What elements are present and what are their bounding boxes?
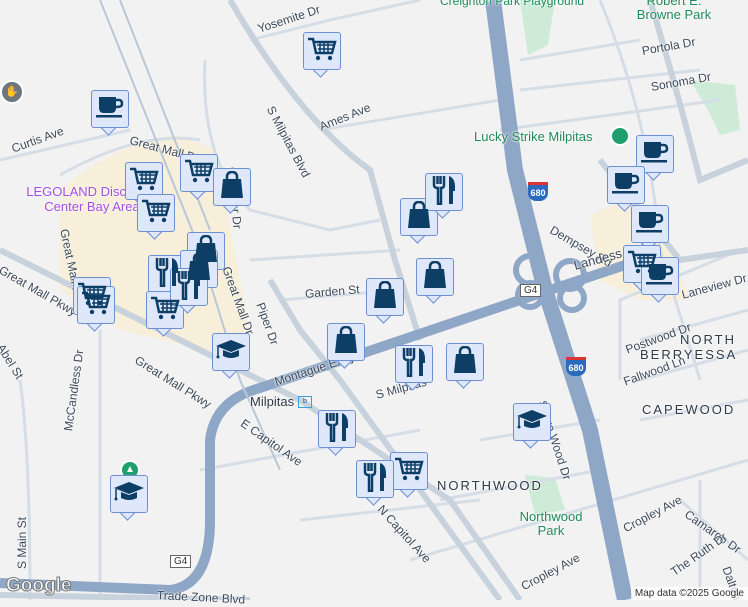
graduation-cap-icon xyxy=(215,338,247,367)
park-area xyxy=(520,0,555,55)
map-marker[interactable] xyxy=(318,410,356,456)
browne-park-label[interactable]: Robert E. Browne Park xyxy=(624,0,724,22)
marker-box xyxy=(416,258,454,296)
google-logo: Google xyxy=(5,575,72,597)
marker-box xyxy=(212,333,250,371)
map-marker[interactable] xyxy=(366,278,404,324)
bag-icon xyxy=(422,260,448,294)
coffee-icon xyxy=(611,170,641,201)
cart-icon xyxy=(394,456,424,487)
lucky-strike-label[interactable]: Lucky Strike Milpitas xyxy=(474,129,592,144)
map-marker[interactable] xyxy=(416,258,454,304)
bag-icon xyxy=(219,170,245,204)
map-marker[interactable] xyxy=(641,257,679,303)
bag-icon xyxy=(452,345,478,379)
g4-shield: G4 xyxy=(520,284,542,297)
fork-knife-icon xyxy=(176,270,202,305)
marker-box xyxy=(327,323,365,361)
map-attribution[interactable]: Map data ©2025 Google xyxy=(630,587,748,600)
g4-shield: G4 xyxy=(170,555,192,568)
fork-knife-icon xyxy=(362,462,388,497)
graduation-cap-icon xyxy=(113,480,145,509)
graduation-cap-icon xyxy=(516,408,548,437)
coffee-icon xyxy=(95,94,125,125)
cart-icon xyxy=(307,36,337,67)
marker-box xyxy=(631,205,669,243)
map-marker[interactable] xyxy=(513,403,551,449)
map-marker[interactable] xyxy=(137,194,175,240)
i680-shield: 680 xyxy=(566,357,586,376)
cart-icon xyxy=(184,158,214,189)
marker-box xyxy=(137,194,175,232)
marker-box xyxy=(318,410,356,448)
marker-box xyxy=(641,257,679,295)
coffee-icon xyxy=(635,209,665,240)
cart-icon xyxy=(81,290,111,321)
cart-icon xyxy=(129,166,159,197)
map-marker[interactable] xyxy=(91,90,129,136)
marker-box xyxy=(77,286,115,324)
fork-knife-icon xyxy=(431,175,457,210)
playground-label[interactable]: Creighton Park Playground xyxy=(440,0,584,8)
marker-box xyxy=(303,32,341,70)
area-label: CAPEWOOD xyxy=(642,402,736,417)
map-marker[interactable] xyxy=(212,333,250,379)
bag-icon xyxy=(406,200,432,234)
hand-poi-icon[interactable]: ✋ xyxy=(0,80,24,104)
map-marker[interactable] xyxy=(213,168,251,214)
area-label: BERRYESSA xyxy=(640,347,738,362)
fork-knife-icon xyxy=(401,347,427,382)
fork-knife-icon xyxy=(324,412,350,447)
map-marker[interactable] xyxy=(390,452,428,498)
station-label[interactable]: Milpitas xyxy=(250,394,294,409)
marker-box xyxy=(91,90,129,128)
map-marker[interactable] xyxy=(446,343,484,389)
marker-box xyxy=(110,475,148,513)
cart-icon xyxy=(141,198,171,229)
marker-box xyxy=(607,166,645,204)
marker-box xyxy=(356,460,394,498)
coffee-icon xyxy=(645,261,675,292)
marker-box xyxy=(395,345,433,383)
coffee-icon xyxy=(640,139,670,170)
map-marker[interactable] xyxy=(327,323,365,369)
place-pin-icon[interactable] xyxy=(610,126,630,146)
street-label: S Main St xyxy=(15,516,29,569)
park-area xyxy=(690,80,740,135)
area-label: NORTH xyxy=(680,332,736,347)
map-marker[interactable] xyxy=(77,286,115,332)
map-marker[interactable] xyxy=(356,460,394,506)
map-marker[interactable] xyxy=(303,32,341,78)
map-marker[interactable] xyxy=(395,345,433,391)
i680-shield: 680 xyxy=(528,182,548,201)
northwood-park-label[interactable]: Northwood Park xyxy=(516,510,586,538)
map-marker[interactable] xyxy=(110,475,148,521)
marker-box xyxy=(366,278,404,316)
marker-box xyxy=(446,343,484,381)
bag-icon xyxy=(333,325,359,359)
marker-box xyxy=(513,403,551,441)
marker-box xyxy=(213,168,251,206)
area-label: NORTHWOOD xyxy=(437,478,543,493)
marker-box xyxy=(390,452,428,490)
bag-icon xyxy=(372,280,398,314)
transit-icon: b xyxy=(298,396,312,408)
